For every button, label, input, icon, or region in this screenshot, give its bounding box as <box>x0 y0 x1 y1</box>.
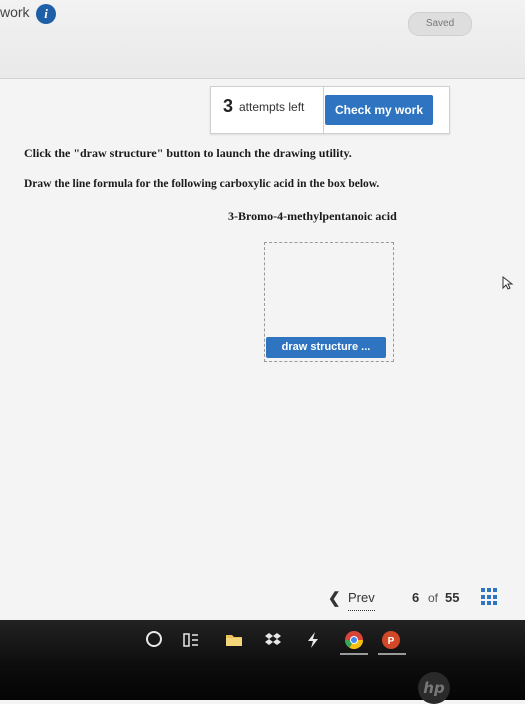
top-header: work i Saved <box>0 0 525 79</box>
toolbar-divider <box>323 87 324 133</box>
total-pages: 55 <box>445 590 460 605</box>
attempts-label: attempts left <box>239 100 305 114</box>
current-page-number: 6 <box>412 590 420 605</box>
launcher-circle-icon[interactable] <box>146 631 162 647</box>
compound-name: 3-Bromo-4-methylpentanoic acid <box>228 209 397 223</box>
hp-logo: hp <box>418 672 450 704</box>
instruction-line-1: Click the "draw structure" button to lau… <box>24 146 352 160</box>
prev-page-link[interactable]: Prev <box>348 590 375 611</box>
powerpoint-active-indicator <box>378 653 406 655</box>
files-folder-icon[interactable] <box>225 630 243 650</box>
instruction-line-2: Draw the line formula for the following … <box>24 178 380 190</box>
info-icon[interactable]: i <box>36 4 56 24</box>
dropbox-icon[interactable] <box>264 630 282 650</box>
attempts-count: 3 <box>223 96 234 116</box>
question-grid-icon[interactable] <box>481 588 499 606</box>
prev-chevron-icon[interactable]: ❮ <box>328 589 341 609</box>
check-my-work-button[interactable]: Check my work <box>325 95 433 125</box>
bolt-icon[interactable] <box>306 630 320 650</box>
assignment-title: work <box>0 4 30 20</box>
page-of-label: of <box>428 591 439 605</box>
svg-text:P: P <box>388 636 395 647</box>
saved-status-badge: Saved <box>408 12 472 36</box>
powerpoint-icon[interactable]: P <box>381 630 401 650</box>
mouse-cursor-icon <box>502 276 514 290</box>
chrome-icon[interactable] <box>344 630 364 650</box>
task-view-icon[interactable] <box>182 630 200 650</box>
chrome-active-indicator <box>340 653 368 655</box>
draw-structure-button[interactable]: draw structure ... <box>266 337 386 358</box>
attempts-toolbar: 3 attempts left Check my work <box>210 86 450 134</box>
